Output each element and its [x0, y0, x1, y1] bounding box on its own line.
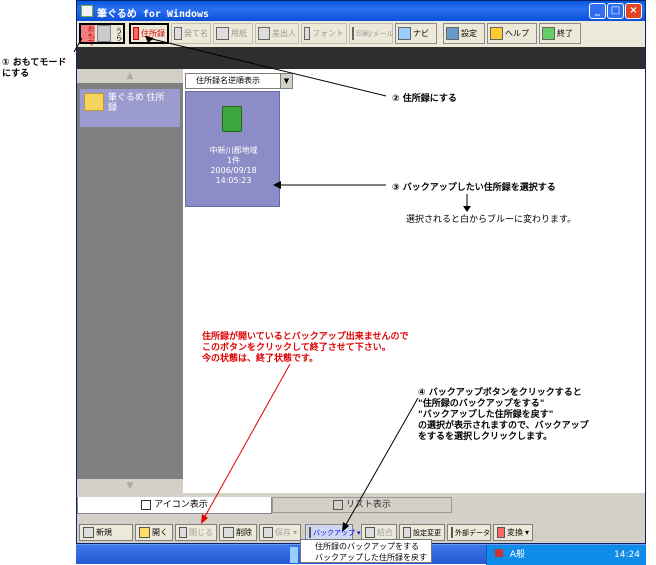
- annotation-red: 住所録が開いているとバックアップ出来ませんので このボタンをクリックして終了させ…: [202, 332, 409, 364]
- annotation-arrows: [73, 36, 471, 532]
- arrow-3-head: [273, 181, 281, 189]
- arrow-red-line: [202, 363, 291, 521]
- annotation-1: ① おもてモード にする: [2, 58, 67, 79]
- arrow-4-head: [342, 522, 349, 532]
- annotation-2: ② 住所録にする: [392, 94, 457, 104]
- arrow-4-line: [343, 397, 419, 529]
- backup-menu-item-restore[interactable]: バックアップした住所録を戻す: [315, 552, 431, 563]
- backup-menu: 住所録のバックアップをする バックアップした住所録を戻す: [300, 539, 432, 563]
- annotation-3-note: 選択されると白からブルーに変わります。: [406, 215, 577, 225]
- annotation-3: ③ バックアップしたい住所録を選択する: [392, 183, 556, 193]
- arrow-2-line: [147, 37, 387, 97]
- annotation-4: ④ バックアップボタンをクリックすると "住所録のバックアップをする" "バック…: [418, 388, 589, 442]
- backup-menu-item-backup[interactable]: 住所録のバックアップをする: [315, 541, 431, 552]
- arrow-1-line: [73, 37, 83, 53]
- arrow-red-head: [201, 514, 208, 524]
